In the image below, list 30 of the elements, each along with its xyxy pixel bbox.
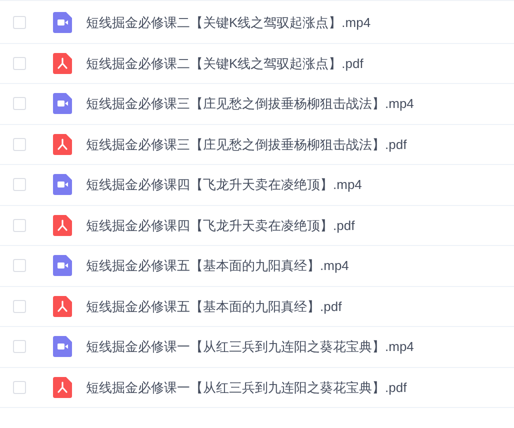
pdf-file-icon — [53, 214, 72, 236]
checkbox[interactable] — [13, 259, 26, 272]
file-name[interactable]: 短线掘金必修课三【庄见愁之倒拔垂杨柳狙击战法】.pdf — [86, 134, 407, 154]
video-file-icon — [53, 93, 72, 114]
pdf-file-icon — [53, 296, 72, 317]
checkbox[interactable] — [13, 340, 26, 354]
pdf-file-icon — [53, 134, 72, 155]
file-name[interactable]: 短线掘金必修课一【从红三兵到九连阳之葵花宝典】.pdf — [86, 378, 407, 397]
file-name[interactable]: 短线掘金必修课五【基本面的九阳真经】.pdf — [86, 296, 342, 316]
file-name[interactable]: 短线掘金必修课四【飞龙升天卖在凌绝顶】.mp4 — [86, 175, 362, 194]
checkbox[interactable] — [13, 56, 26, 70]
checkbox[interactable] — [13, 16, 26, 30]
video-file-icon — [53, 12, 72, 34]
checkbox[interactable] — [13, 178, 26, 192]
video-file-icon — [53, 255, 72, 276]
pdf-file-icon — [53, 52, 72, 74]
checkbox[interactable] — [13, 380, 26, 394]
file-name[interactable]: 短线掘金必修课二【关键K线之驾驭起涨点】.mp4 — [86, 13, 371, 32]
file-name[interactable]: 短线掘金必修课一【从红三兵到九连阳之葵花宝典】.mp4 — [86, 337, 414, 356]
checkbox[interactable] — [13, 97, 26, 110]
checkbox[interactable] — [13, 218, 26, 232]
video-file-icon — [53, 336, 72, 358]
file-name[interactable]: 短线掘金必修课五【基本面的九阳真经】.mp4 — [86, 256, 349, 276]
checkbox[interactable] — [13, 138, 26, 151]
checkbox[interactable] — [13, 300, 26, 313]
file-name[interactable]: 短线掘金必修课三【庄见愁之倒拔垂杨柳狙击战法】.mp4 — [86, 94, 414, 114]
file-name[interactable]: 短线掘金必修课四【飞龙升天卖在凌绝顶】.pdf — [86, 216, 355, 235]
pdf-file-icon — [53, 376, 72, 398]
file-name[interactable]: 短线掘金必修课二【关键K线之驾驭起涨点】.pdf — [86, 54, 364, 73]
video-file-icon — [53, 174, 72, 196]
